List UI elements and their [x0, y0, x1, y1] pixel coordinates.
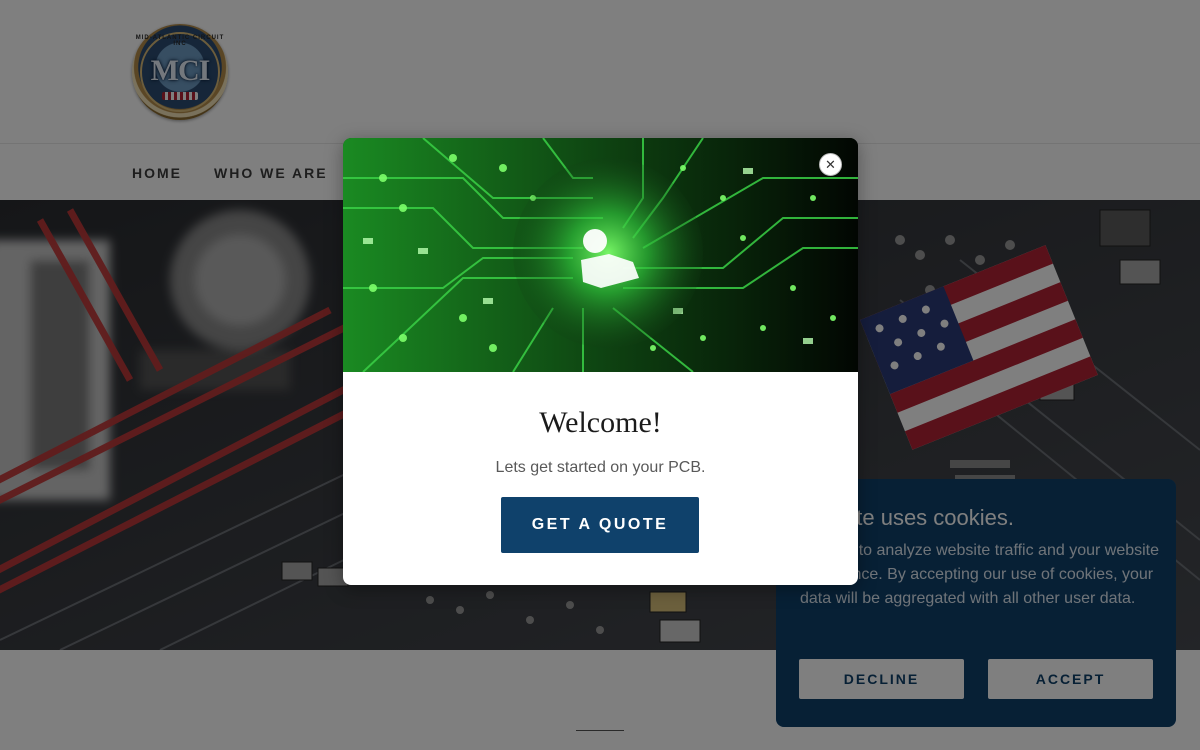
welcome-modal: ✕ Welcome! Lets get started on your PCB.… — [343, 138, 858, 585]
green-circuit-illustration — [343, 138, 858, 372]
get-a-quote-button[interactable]: GET A QUOTE — [501, 497, 699, 553]
close-icon[interactable]: ✕ — [819, 153, 842, 176]
modal-title: Welcome! — [539, 406, 662, 439]
decline-button[interactable]: DECLINE — [799, 659, 964, 699]
modal-subtitle: Lets get started on your PCB. — [495, 459, 706, 476]
modal-hero-image: ✕ — [343, 138, 858, 372]
accept-button[interactable]: ACCEPT — [988, 659, 1153, 699]
